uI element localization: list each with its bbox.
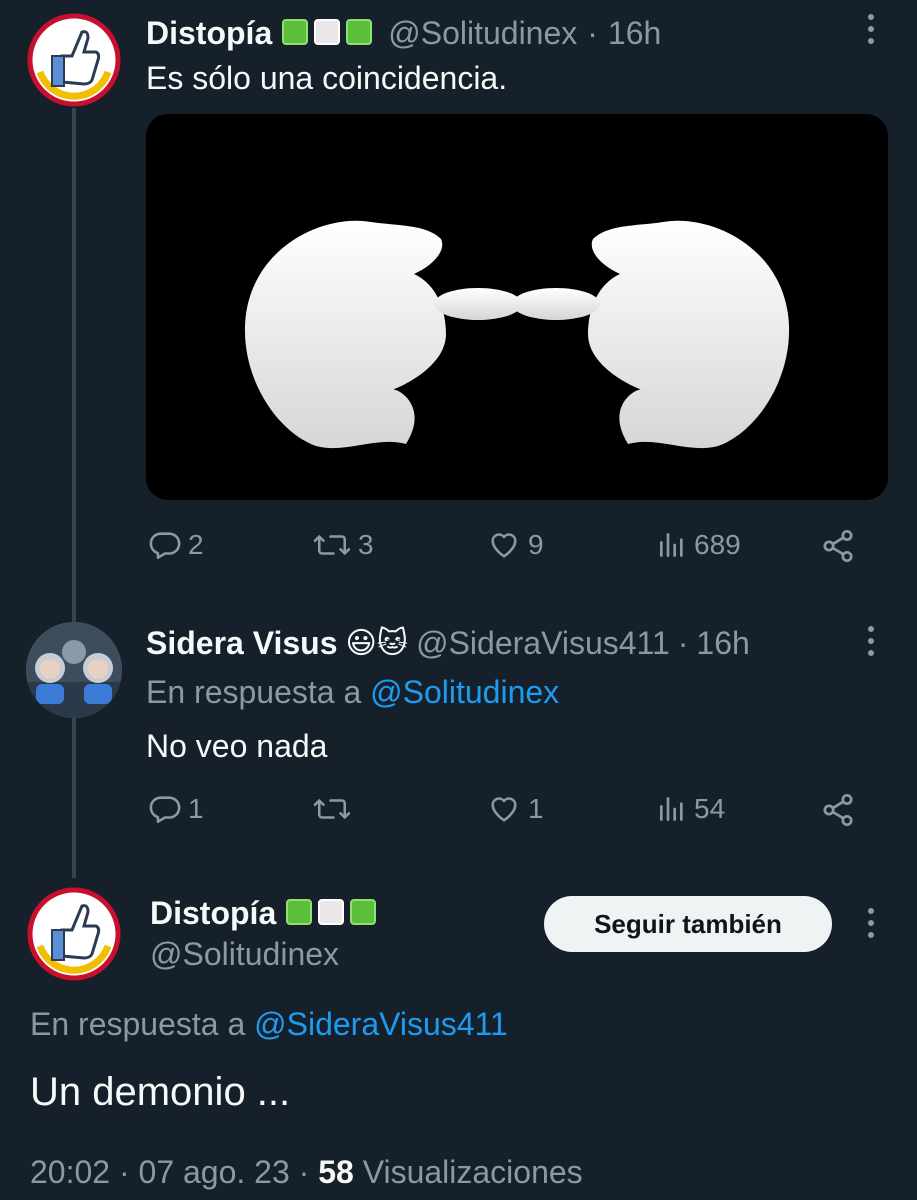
share-icon xyxy=(823,793,853,827)
emoji-badges: 😃🐱 xyxy=(345,626,409,660)
like-count: 1 xyxy=(528,793,544,824)
share-icon xyxy=(823,529,853,563)
thumbs-up-logo-icon xyxy=(27,887,121,981)
flag-icon xyxy=(286,899,382,927)
reply-icon xyxy=(149,532,181,560)
retweet-count: 3 xyxy=(358,529,374,560)
author-name[interactable]: Sidera Visus xyxy=(146,625,338,662)
reply-prefix: En respuesta a xyxy=(30,1006,255,1042)
tweet-image[interactable] xyxy=(146,114,888,500)
like-icon xyxy=(491,533,517,558)
views-icon xyxy=(660,797,683,821)
retweet-button[interactable] xyxy=(312,792,352,826)
thread-line xyxy=(72,726,76,876)
reply-context: En respuesta a @SideraVisus411 xyxy=(30,1006,508,1043)
author-handle[interactable]: @Solitudinex xyxy=(150,936,339,973)
like-count: 9 xyxy=(528,529,544,560)
author-handle[interactable]: @SideraVisus411 xyxy=(416,625,670,662)
views-label: Visualizaciones xyxy=(353,1154,583,1190)
separator-dot: · xyxy=(677,624,689,661)
more-icon[interactable] xyxy=(864,14,878,44)
reply-button[interactable]: 1 xyxy=(148,792,204,826)
reply-count: 1 xyxy=(188,793,204,824)
retweet-button[interactable]: 3 xyxy=(312,528,374,562)
reply-mention-link[interactable]: @SideraVisus411 xyxy=(254,1006,508,1042)
avatar[interactable] xyxy=(26,886,122,982)
retweet-icon xyxy=(313,535,351,555)
views-button[interactable]: 54 xyxy=(656,792,725,826)
views-button[interactable]: 689 xyxy=(656,528,741,562)
retweet-icon xyxy=(313,799,351,819)
author-name[interactable]: Distopía xyxy=(150,895,276,932)
mirrored-apple-logo-icon xyxy=(244,220,790,449)
avatar[interactable] xyxy=(26,622,122,718)
share-button[interactable] xyxy=(820,792,856,828)
more-icon[interactable] xyxy=(864,626,878,656)
like-button[interactable]: 1 xyxy=(486,792,544,826)
like-button[interactable]: 9 xyxy=(486,528,544,562)
author-handle[interactable]: @Solitudinex xyxy=(388,15,577,52)
tweet-timestamp[interactable]: 20:02 · 07 ago. 23 · xyxy=(30,1154,318,1190)
reply-count: 2 xyxy=(188,529,204,560)
tweet-text: Un demonio ... xyxy=(30,1070,291,1114)
reply-icon xyxy=(149,796,181,824)
thumbs-up-logo-icon xyxy=(27,13,121,107)
more-icon[interactable] xyxy=(864,908,878,938)
tweet-text: No veo nada xyxy=(146,728,328,764)
reply-button[interactable]: 2 xyxy=(148,528,204,562)
author-name[interactable]: Distopía xyxy=(146,15,272,52)
views-icon xyxy=(660,533,683,557)
tweet-text: Es sólo una coincidencia. xyxy=(146,60,508,96)
avatar-photo-icon xyxy=(26,622,122,718)
like-icon xyxy=(491,797,517,822)
tweet-time[interactable]: 16h xyxy=(608,15,661,52)
avatar[interactable] xyxy=(26,12,122,108)
views-count: 58 xyxy=(318,1154,354,1190)
tweet-meta: 20:02 · 07 ago. 23 · 58 Visualizaciones xyxy=(30,1154,583,1191)
views-count: 54 xyxy=(694,793,726,824)
tweet-time[interactable]: 16h xyxy=(696,625,749,662)
follow-button[interactable]: Seguir también xyxy=(544,896,832,952)
reply-context: En respuesta a @Solitudinex xyxy=(146,674,559,711)
flag-icon xyxy=(282,19,378,47)
reply-prefix: En respuesta a xyxy=(146,674,371,710)
share-button[interactable] xyxy=(820,528,856,564)
views-count: 689 xyxy=(694,529,741,560)
reply-mention-link[interactable]: @Solitudinex xyxy=(370,674,559,710)
separator-dot: · xyxy=(587,14,598,51)
